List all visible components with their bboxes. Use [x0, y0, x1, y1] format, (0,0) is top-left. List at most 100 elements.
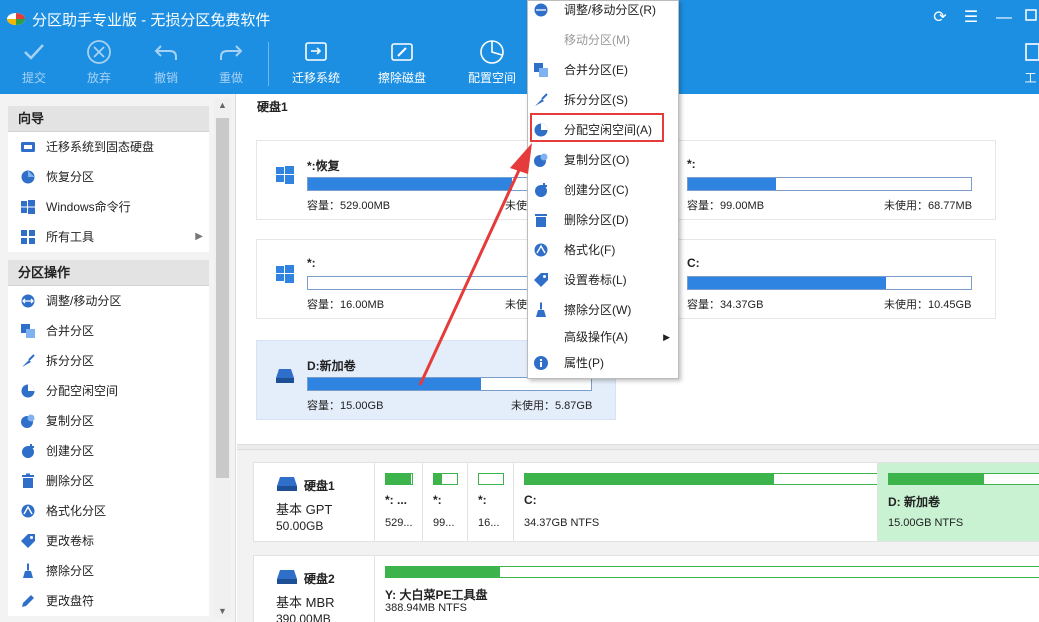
scroll-down-icon[interactable]: ▼: [214, 604, 231, 618]
partition-card-efi[interactable]: *: 容量：99.00MB 未使用：68.77MB: [636, 140, 996, 220]
undo-label: 撤销: [153, 71, 178, 85]
context-menu: 调整/移动分区(R) 移动分区(M) 合并分区(E) 拆分分区(S) 分配空闲空…: [527, 0, 679, 379]
pencil-icon: [22, 595, 34, 607]
sidebar-item-label: 所有工具: [46, 230, 95, 244]
hard-disk-icon: [277, 477, 297, 491]
discard-button[interactable]: 放弃: [79, 36, 119, 94]
usage-fill: [308, 178, 512, 190]
sidebar-item-label-volume[interactable]: 更改卷标: [8, 526, 209, 556]
partition-free: 未使: [505, 299, 527, 311]
disk1-title: 硬盘1: [257, 100, 288, 114]
sidebar-item-copy[interactable]: 复制分区: [8, 406, 209, 436]
menu-item-label: 拆分分区(S): [564, 93, 628, 107]
maximize-icon[interactable]: [1022, 8, 1039, 28]
sidebar-item-label: 更改盘符: [46, 594, 95, 608]
menu-item-move[interactable]: 移动分区(M): [528, 27, 678, 53]
allocate-space-button[interactable]: 配置空间: [462, 36, 522, 94]
sidebar-item-merge[interactable]: 合并分区: [8, 316, 209, 346]
sidebar-item-windows-cmd[interactable]: Windows命令行: [8, 192, 209, 222]
menu-item-merge[interactable]: 合并分区(E): [528, 57, 678, 83]
format-icon: [21, 504, 35, 518]
windows-icon: [21, 200, 35, 214]
sidebar-item-label: 创建分区: [46, 444, 95, 458]
merge-icon: [534, 63, 548, 77]
split-icon: [22, 354, 35, 367]
block-name: Y: 大白菜PE工具盘: [385, 588, 488, 602]
disk-block-selected[interactable]: D: 新加卷 15.00GB NTFS: [877, 463, 1039, 541]
menu-item-create[interactable]: 创建分区(C): [528, 177, 678, 203]
menu-item-format[interactable]: 格式化(F): [528, 237, 678, 263]
disk-size: 50.00GB: [276, 519, 324, 533]
chevron-right-icon: ▶: [195, 231, 203, 242]
minimize-icon[interactable]: —: [994, 8, 1014, 28]
block-bar: [524, 473, 882, 485]
tag-icon: [21, 534, 35, 548]
sidebar-item-recover-partition[interactable]: 恢复分区: [8, 162, 209, 192]
disk-row-2[interactable]: 硬盘2 基本 MBR 390.00MB Y: 大白菜PE工具盘 388.94MB…: [253, 555, 1039, 622]
menu-item-copy[interactable]: 复制分区(O): [528, 147, 678, 173]
menu-item-advanced[interactable]: 高级操作(A) ▶: [528, 324, 678, 350]
partition-card-c[interactable]: C: 容量：34.37GB 未使用：10.45GB: [636, 239, 996, 319]
redo-label: 重做: [218, 71, 243, 85]
sidebar-item-format[interactable]: 格式化分区: [8, 496, 209, 526]
sidebar-item-change-letter[interactable]: 更改盘符: [8, 586, 209, 616]
scroll-up-icon[interactable]: ▲: [214, 98, 231, 112]
menu-item-label: 创建分区(C): [564, 183, 629, 197]
block-name: *:: [433, 493, 442, 507]
overflow-tool-button[interactable]: 工: [1022, 36, 1039, 94]
menu-item-resize[interactable]: 调整/移动分区(R): [528, 0, 678, 23]
sidebar-item-split[interactable]: 拆分分区: [8, 346, 209, 376]
menu-item-delete[interactable]: 删除分区(D): [528, 207, 678, 233]
scroll-thumb[interactable]: [216, 118, 229, 478]
menu-item-set-label[interactable]: 设置卷标(L): [528, 267, 678, 293]
menu-item-split[interactable]: 拆分分区(S): [528, 87, 678, 113]
partition-capacity: 容量：99.00MB: [687, 200, 765, 212]
redo-button[interactable]: 重做: [211, 36, 251, 94]
block-size: 15.00GB NTFS: [888, 517, 964, 529]
menu-item-wipe[interactable]: 擦除分区(W): [528, 297, 678, 323]
top-bar: 分区助手专业版 - 无损分区免费软件 ⟳ ☰ — 提交 放弃 撤销 重做 迁移系…: [0, 0, 1039, 94]
sidebar-item-resize[interactable]: 调整/移动分区: [8, 286, 209, 316]
allocate-icon: [21, 384, 35, 398]
disk-block[interactable]: Y: 大白菜PE工具盘 388.94MB NTFS: [374, 556, 1039, 622]
refresh-icon[interactable]: ⟳: [930, 8, 950, 28]
disk-block[interactable]: *: 99...: [422, 463, 467, 541]
menu-item-label: 设置卷标(L): [564, 273, 627, 287]
ops-section-title: 分区操作: [8, 260, 209, 286]
sidebar-item-allocate[interactable]: 分配空闲空间: [8, 376, 209, 406]
block-fill: [386, 474, 411, 484]
wipe-disk-button[interactable]: 擦除磁盘: [372, 36, 432, 94]
sidebar-item-wipe[interactable]: 擦除分区: [8, 556, 209, 586]
sidebar-item-migrate-ssd[interactable]: 迁移系统到固态硬盘: [8, 132, 209, 162]
block-bar: [478, 473, 504, 485]
sidebar-item-label: 恢复分区: [46, 170, 95, 184]
block-bar: [433, 473, 458, 485]
disk-block[interactable]: *: ... 529...: [374, 463, 422, 541]
disk-block[interactable]: C: 34.37GB NTFS: [513, 463, 882, 541]
block-name: *:: [478, 493, 487, 507]
menu-item-properties[interactable]: 属性(P): [528, 350, 678, 376]
wipe-disk-label: 擦除磁盘: [377, 71, 426, 85]
menu-icon[interactable]: ☰: [961, 8, 981, 28]
disk-block[interactable]: *: 16...: [467, 463, 513, 541]
block-size: 16...: [478, 517, 500, 529]
undo-button[interactable]: 撤销: [146, 36, 186, 94]
disk-name: 硬盘1: [304, 479, 335, 493]
commit-button[interactable]: 提交: [14, 36, 54, 94]
sidebar-item-label: 格式化分区: [46, 504, 107, 518]
block-name: C:: [524, 493, 537, 507]
sidebar-item-create[interactable]: 创建分区: [8, 436, 209, 466]
overflow-tool-label: 工: [1024, 71, 1037, 85]
menu-item-label: 高级操作(A): [564, 330, 628, 344]
sidebar-item-delete[interactable]: 删除分区: [8, 466, 209, 496]
sidebar-item-all-tools[interactable]: 所有工具 ▶: [8, 222, 209, 252]
broom-icon: [536, 302, 546, 317]
migrate-system-button[interactable]: 迁移系统: [286, 36, 346, 94]
broom-icon: [23, 563, 33, 578]
commit-label: 提交: [21, 71, 46, 85]
disk-row-1[interactable]: 硬盘1 基本 GPT 50.00GB *: ... 529... *: 99..…: [253, 462, 1039, 542]
resize-partition-icon: [534, 3, 548, 17]
partition-name: *:恢复: [307, 159, 340, 173]
sidebar-scrollbar[interactable]: ▲ ▼: [214, 98, 231, 618]
